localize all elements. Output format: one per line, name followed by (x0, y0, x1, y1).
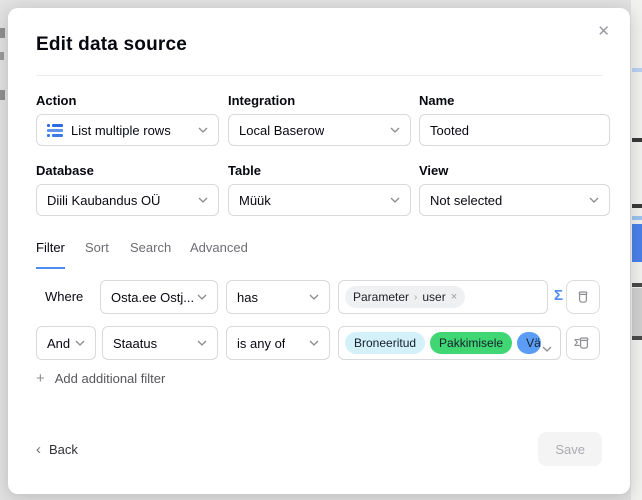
chevron-down-icon (589, 197, 599, 203)
screen: ✕ Edit data source Action Integration Na… (0, 0, 642, 500)
filter2-condition-select[interactable]: is any of (226, 326, 330, 360)
list-rows-icon (47, 124, 63, 137)
name-input[interactable]: Tooted (419, 114, 610, 146)
view-label: View (419, 163, 448, 178)
database-select[interactable]: Diili Kaubandus OÜ (36, 184, 219, 216)
modal-title: Edit data source (36, 34, 187, 56)
tab-advanced[interactable]: Advanced (190, 240, 248, 267)
close-icon[interactable]: ✕ (593, 20, 614, 43)
chip-group: Parameter (353, 290, 409, 304)
tab-sort[interactable]: Sort (85, 240, 109, 267)
background-page-fragment (632, 224, 642, 262)
status-badge: Vä (517, 332, 541, 354)
chip-item: user (422, 290, 445, 304)
filter2-operator-value: And (47, 336, 70, 351)
table-label: Table (228, 163, 261, 178)
filter1-field-select[interactable]: Osta.ee Ostj... (100, 280, 218, 314)
background-page-fragment (632, 216, 642, 220)
integration-select[interactable]: Local Baserow (228, 114, 411, 146)
title-divider (36, 75, 602, 76)
filter1-value-input[interactable]: Parameter › user × (338, 280, 548, 314)
filter1-field-value: Osta.ee Ostj... (111, 290, 194, 305)
background-page-fragment (632, 336, 642, 340)
add-additional-filter-button[interactable]: + Add additional filter (36, 370, 165, 387)
background-page-fragment (0, 90, 5, 100)
table-value: Müük (239, 193, 271, 208)
trash-icon (575, 289, 591, 305)
filter2-delete-button[interactable]: Σ (566, 326, 600, 360)
background-page-fragment (632, 68, 642, 72)
add-filter-label: Add additional filter (55, 371, 166, 386)
plus-icon: + (36, 370, 45, 387)
edit-data-source-modal: ✕ Edit data source Action Integration Na… (8, 8, 630, 494)
sigma-icon: Σ (574, 338, 580, 349)
chevron-right-icon: › (414, 292, 417, 303)
formula-sigma-icon[interactable]: Σ (554, 287, 563, 304)
filter1-condition-select[interactable]: has (226, 280, 330, 314)
background-page-fragment (632, 283, 642, 287)
tab-filter[interactable]: Filter (36, 240, 65, 269)
action-select[interactable]: List multiple rows (36, 114, 219, 146)
save-button[interactable]: Save (538, 432, 602, 466)
action-label: Action (36, 93, 76, 108)
filter2-operator-select[interactable]: And (36, 326, 96, 360)
filter1-delete-button[interactable] (566, 280, 600, 314)
chevron-down-icon (198, 197, 208, 203)
tab-search[interactable]: Search (130, 240, 171, 267)
integration-label: Integration (228, 93, 295, 108)
filter-where-label: Where (45, 289, 83, 304)
status-badge: Pakkimisele (430, 332, 512, 354)
view-select[interactable]: Not selected (419, 184, 610, 216)
filter2-value-input[interactable]: Broneeritud Pakkimisele Vä (338, 326, 561, 360)
chip-remove-icon[interactable]: × (451, 291, 457, 303)
background-page-fragment (0, 52, 4, 60)
table-select[interactable]: Müük (228, 184, 411, 216)
filter2-field-value: Staatus (113, 336, 157, 351)
background-page-fragment (632, 204, 642, 208)
name-value: Tooted (430, 123, 469, 138)
chevron-down-icon (198, 127, 208, 133)
chevron-down-icon (309, 294, 319, 300)
background-page-fragment (632, 288, 642, 336)
chevron-down-icon (309, 340, 319, 346)
integration-value: Local Baserow (239, 123, 324, 138)
filter2-condition-value: is any of (237, 336, 285, 351)
filter1-condition-value: has (237, 290, 258, 305)
chevron-down-icon (542, 340, 552, 355)
chevron-left-icon: ‹ (36, 441, 41, 458)
chevron-down-icon (197, 340, 207, 346)
database-label: Database (36, 163, 94, 178)
chevron-down-icon (75, 340, 85, 346)
chevron-down-icon (197, 294, 207, 300)
background-page-fragment (0, 28, 5, 38)
action-value: List multiple rows (71, 123, 171, 138)
background-page-fragment (632, 138, 642, 142)
database-value: Diili Kaubandus OÜ (47, 193, 160, 208)
name-label: Name (419, 93, 454, 108)
view-value: Not selected (430, 193, 502, 208)
filter2-field-select[interactable]: Staatus (102, 326, 218, 360)
back-label: Back (49, 442, 78, 457)
back-button[interactable]: ‹ Back (36, 441, 78, 458)
status-badge: Broneeritud (345, 332, 425, 354)
chevron-down-icon (390, 127, 400, 133)
chevron-down-icon (390, 197, 400, 203)
parameter-chip[interactable]: Parameter › user × (345, 286, 465, 308)
